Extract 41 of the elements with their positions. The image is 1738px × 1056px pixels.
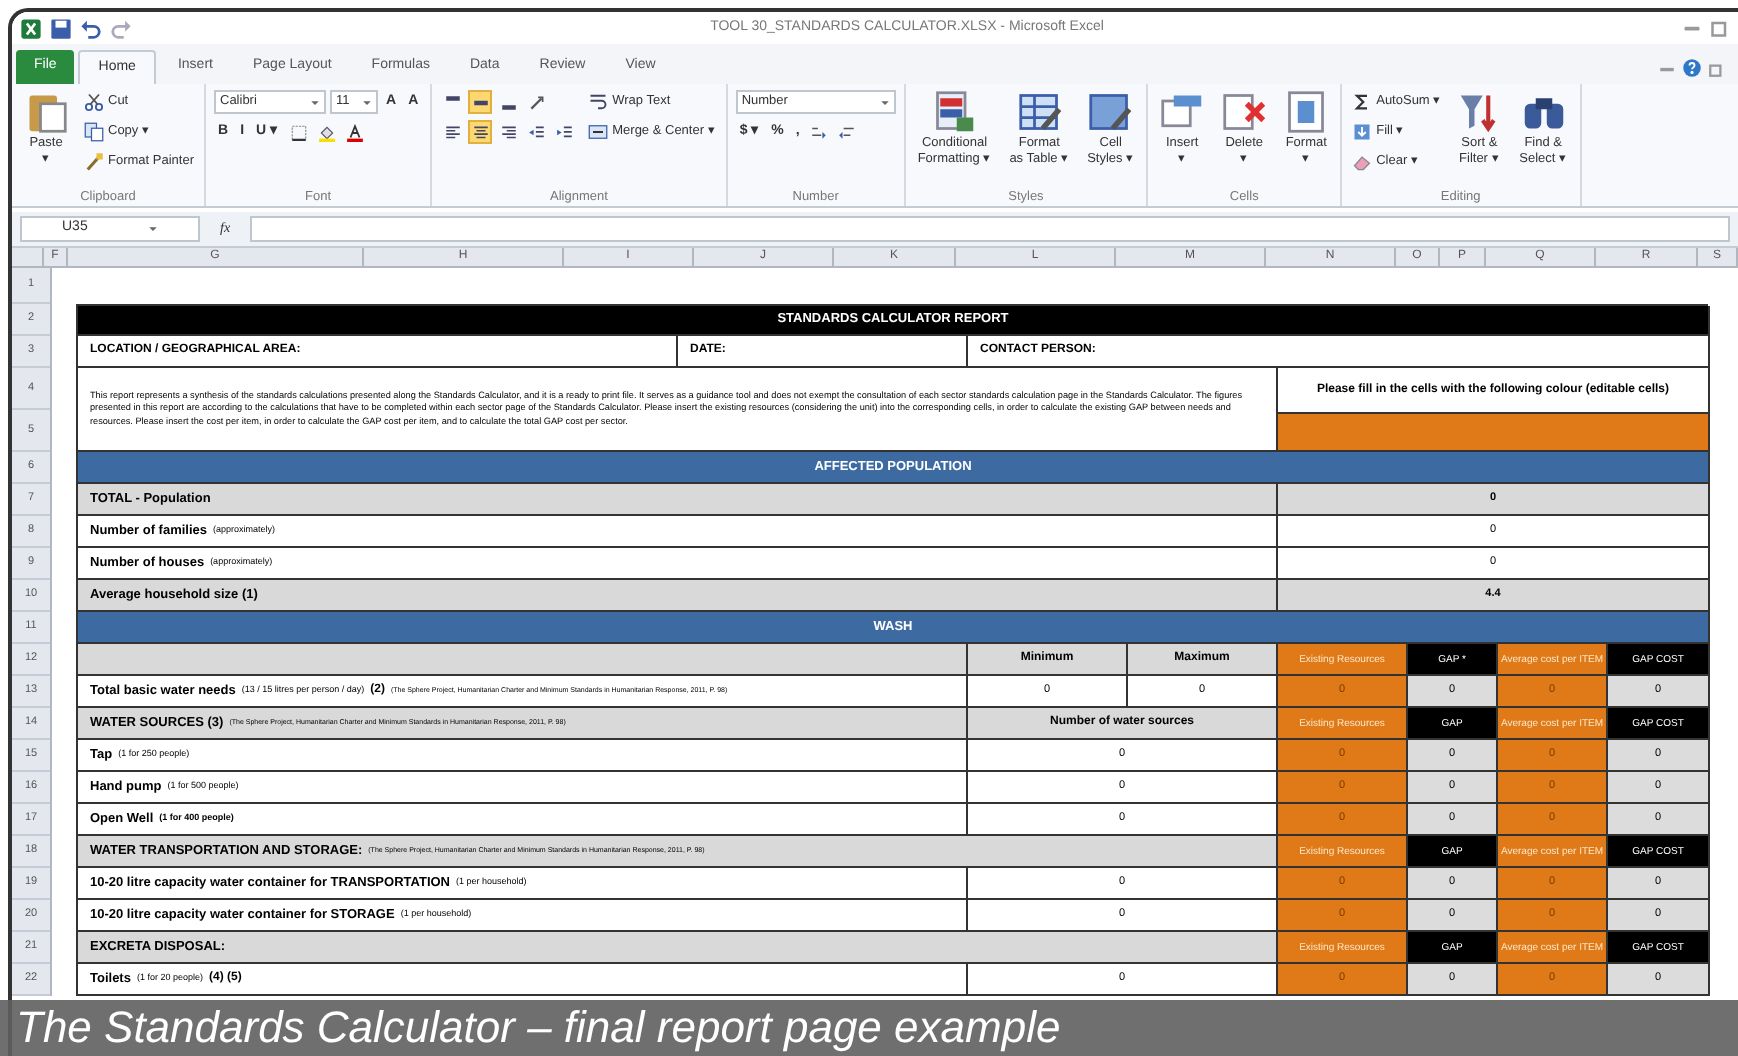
save-icon[interactable]	[50, 17, 72, 39]
caret-icon	[362, 97, 372, 107]
decrease-decimal-icon	[838, 123, 857, 141]
ribbon-button[interactable]	[468, 90, 493, 114]
restore-window-icon[interactable]	[1708, 59, 1726, 77]
border-icon	[289, 123, 308, 141]
caret-icon	[879, 97, 890, 107]
wrap-text-icon	[588, 92, 609, 112]
fill-down-icon	[1352, 122, 1373, 142]
scissors-icon	[84, 92, 104, 112]
text-orientation-icon	[527, 93, 546, 111]
align-right-icon	[499, 123, 518, 141]
formula-input[interactable]	[250, 216, 1730, 242]
paintbrush-icon	[84, 152, 104, 172]
increase-decimal-icon	[810, 123, 829, 141]
sigma-icon	[1352, 92, 1373, 112]
ribbon-button[interactable]	[286, 120, 311, 144]
caption-text: The Standards Calculator – final report page example	[16, 1002, 1061, 1054]
fill-color-icon	[317, 123, 336, 141]
ribbon-button[interactable]	[468, 120, 493, 144]
excel-logo-icon	[20, 17, 42, 39]
align-left-icon	[443, 123, 462, 141]
merge-cells-icon	[588, 122, 609, 142]
undo-icon[interactable]	[80, 17, 102, 39]
caret-icon	[310, 97, 320, 107]
font-color-icon	[345, 123, 364, 141]
eraser-icon	[1352, 152, 1373, 172]
align-center-icon	[471, 123, 490, 141]
copy-icon	[84, 122, 104, 142]
format-cells-icon	[1284, 90, 1329, 134]
ribbon-button[interactable]	[342, 120, 367, 144]
format-table-icon	[1017, 90, 1062, 134]
restore-icon[interactable]	[1710, 18, 1730, 38]
caret-icon	[148, 224, 158, 234]
increase-indent-icon	[555, 123, 574, 141]
delete-cells-icon	[1222, 90, 1267, 134]
cell-styles-icon	[1088, 90, 1133, 134]
decrease-indent-icon	[527, 123, 546, 141]
paste-icon	[24, 90, 68, 134]
conditional-formatting-icon	[932, 90, 977, 134]
help-icon[interactable]	[1682, 58, 1702, 78]
